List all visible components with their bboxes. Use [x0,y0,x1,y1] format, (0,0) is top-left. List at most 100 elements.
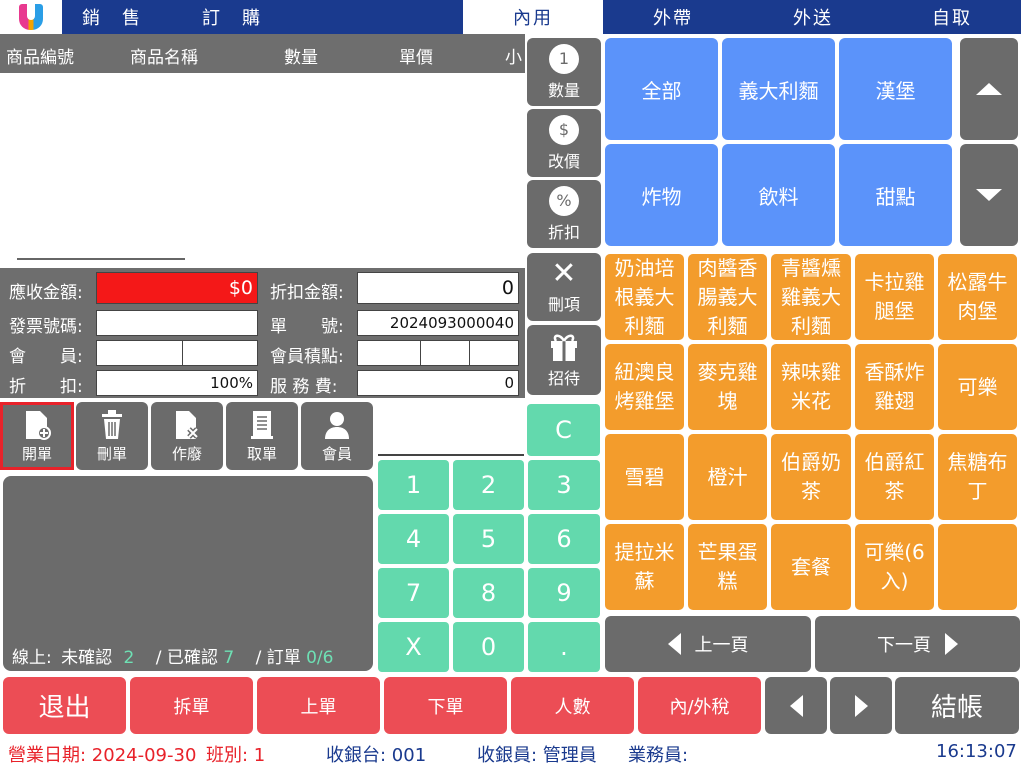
open-order-button[interactable]: 開單 [0,402,74,470]
arrow-left-icon [667,633,681,655]
product-item[interactable]: 伯爵奶茶 [771,434,851,520]
receipt-icon [251,410,273,439]
product-item[interactable]: 焦糖布丁 [938,434,1017,520]
online-order-status[interactable]: 線上: 未確認 2 / 已確認 7 / 訂單 0/6 [12,643,333,668]
key-x[interactable]: X [378,622,449,672]
order-list[interactable] [0,73,525,253]
discount-amount-label: 折扣金額: [270,283,344,303]
discount-button[interactable]: % 折扣 [527,180,601,248]
retrieve-order-button[interactable]: 取單 [226,402,298,470]
product-item[interactable]: 松露牛肉堡 [938,254,1017,340]
key-dot[interactable]: . [528,622,600,672]
person-icon [325,411,349,439]
key-1[interactable]: 1 [378,460,449,510]
invoice-number-field[interactable] [96,310,258,336]
scroll-indicator[interactable] [17,258,185,260]
quantity-button[interactable]: 1 數量 [527,38,601,106]
nav-preorder[interactable]: 訂購 [182,0,302,34]
category-all[interactable]: 全部 [605,38,718,140]
tab-delivery[interactable]: 外送 [743,0,883,34]
product-item[interactable]: 可樂 [938,344,1017,430]
nav-sales[interactable]: 銷售 [62,0,182,34]
col-unit-price: 單價 [399,48,433,68]
col-subtotal: 小 [505,48,522,68]
arrow-left-icon [789,694,803,717]
product-item[interactable]: 提拉米蘇 [605,524,684,610]
push-order-button[interactable]: 上單 [257,677,380,734]
product-item[interactable]: 香酥炸雞翅 [855,344,934,430]
void-doc-icon [176,410,199,439]
quantity-icon: 1 [549,43,579,74]
member-label: 會 員: [9,347,83,367]
previous-button[interactable] [765,677,827,734]
key-3[interactable]: 3 [528,460,600,510]
member-id-field[interactable] [96,340,183,366]
product-item[interactable]: 肉醬香腸義大利麵 [688,254,767,340]
product-item[interactable]: 青醬燻雞義大利麵 [771,254,851,340]
category-fried[interactable]: 炸物 [605,144,718,246]
delete-item-button[interactable]: ✕ 刪項 [527,253,601,321]
category-drinks[interactable]: 飲料 [722,144,835,246]
member-points-field [357,340,421,366]
key-5[interactable]: 5 [453,514,524,564]
tab-pickup[interactable]: 自取 [883,0,1021,34]
checkout-button[interactable]: 結帳 [895,677,1019,734]
product-item[interactable]: 芒果蛋糕 [688,524,767,610]
category-dessert[interactable]: 甜點 [839,144,952,246]
member-points-field [469,340,519,366]
cashier-name: 收銀員: 管理員 [477,745,597,766]
product-item[interactable]: 伯爵紅茶 [855,434,934,520]
invoice-label: 發票號碼: [9,317,83,337]
product-item[interactable]: 紐澳良烤雞堡 [605,344,684,430]
clock: 16:13:07 [936,741,1017,762]
key-clear[interactable]: C [527,404,600,456]
retrieve-order-label: 取單 [246,444,277,463]
product-item[interactable]: 卡拉雞腿堡 [855,254,934,340]
product-item[interactable]: 橙汁 [688,434,767,520]
category-burger[interactable]: 漢堡 [839,38,952,140]
key-7[interactable]: 7 [378,568,449,618]
confirmed-count: 7 [223,648,235,668]
member-name-field[interactable] [182,340,258,366]
change-price-label: 改價 [547,151,580,171]
delete-item-label: 刪項 [547,295,580,314]
dollar-icon: $ [549,114,579,145]
member-points-label: 會員積點: [270,347,344,367]
register-number: 收銀台: 001 [326,745,427,766]
next-button[interactable] [830,677,892,734]
split-order-button[interactable]: 拆單 [130,677,253,734]
tab-takeout[interactable]: 外帶 [603,0,743,34]
previous-page-button[interactable]: 上一頁 [605,616,811,672]
category-scroll-down-button[interactable] [960,144,1018,246]
product-item[interactable]: 可樂(6入) [855,524,934,610]
keypad-display[interactable] [378,404,524,456]
product-item[interactable]: 麥克雞塊 [688,344,767,430]
key-6[interactable]: 6 [528,514,600,564]
tab-dine-in[interactable]: 內用 [463,0,603,34]
previous-page-label: 上一頁 [694,635,749,656]
key-2[interactable]: 2 [453,460,524,510]
key-9[interactable]: 9 [528,568,600,618]
delete-order-button[interactable]: 刪單 [76,402,148,470]
next-page-button[interactable]: 下一頁 [815,616,1020,672]
open-order-label: 開單 [21,444,52,463]
pull-order-button[interactable]: 下單 [384,677,507,734]
member-button[interactable]: 會員 [301,402,373,470]
key-8[interactable]: 8 [453,568,524,618]
category-scroll-up-button[interactable] [960,38,1018,140]
category-pasta[interactable]: 義大利麵 [722,38,835,140]
product-item[interactable]: 辣味雞米花 [771,344,851,430]
guest-count-button[interactable]: 人數 [511,677,634,734]
change-price-button[interactable]: $ 改價 [527,109,601,177]
key-0[interactable]: 0 [453,622,524,672]
product-item[interactable]: 奶油培根義大利麵 [605,254,684,340]
key-4[interactable]: 4 [378,514,449,564]
exit-button[interactable]: 退出 [3,677,126,734]
product-item-empty[interactable] [938,524,1017,610]
product-item[interactable]: 雪碧 [605,434,684,520]
void-order-button[interactable]: 作廢 [151,402,223,470]
status-bar: 營業日期: 2024-09-30 班別: 1 收銀台: 001 收銀員: 管理員… [0,736,1021,774]
product-item[interactable]: 套餐 [771,524,851,610]
treat-button[interactable]: 招待 [527,325,601,395]
tax-mode-button[interactable]: 內/外稅 [638,677,761,734]
